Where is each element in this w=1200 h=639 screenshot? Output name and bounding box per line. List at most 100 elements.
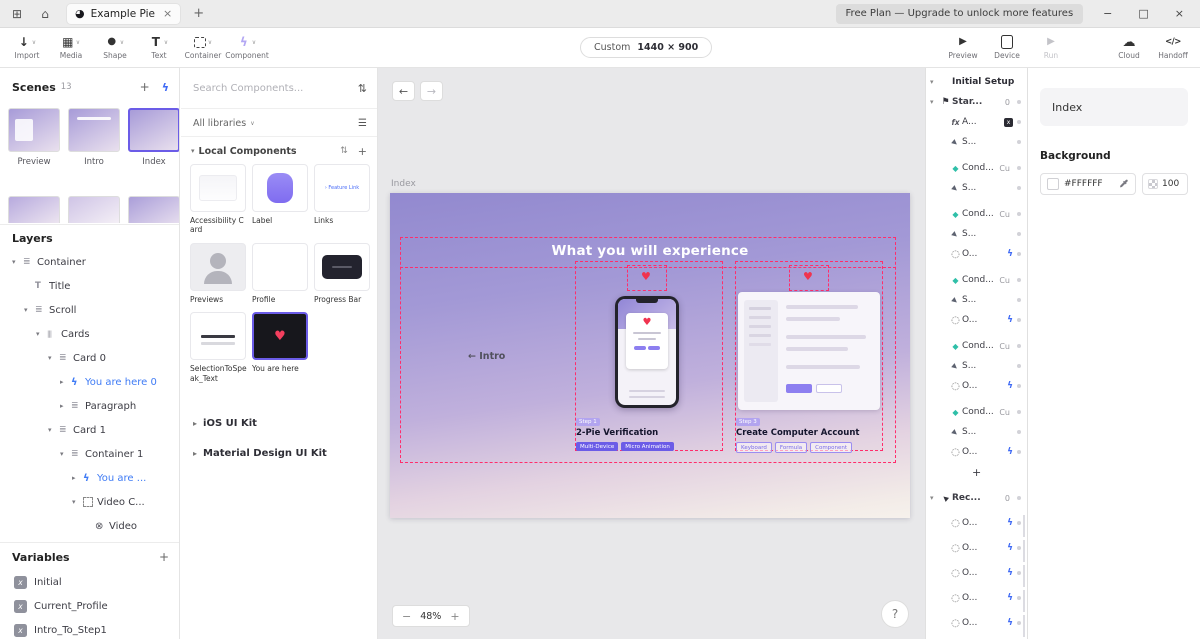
chevron-down-icon[interactable] — [164, 39, 168, 46]
layer-row[interactable]: ▸ You are ... — [0, 466, 179, 490]
layer-row[interactable]: ▾ Card 1 — [0, 418, 179, 442]
color-swatch[interactable] — [1047, 178, 1059, 190]
component-card[interactable]: You are here — [252, 312, 310, 383]
canvas-size-chip[interactable]: Custom 1440 × 900 — [580, 37, 712, 58]
twisty-icon[interactable]: ▾ — [930, 494, 939, 502]
scene-thumbnail[interactable] — [128, 108, 180, 152]
trigger-row[interactable]: O... — [926, 310, 1027, 330]
trigger-row[interactable]: S... — [926, 132, 1027, 152]
intro-nav-link[interactable]: ← Intro — [468, 351, 505, 362]
maximize-button[interactable]: □ — [1138, 7, 1148, 20]
add-scene-button[interactable]: + — [140, 80, 150, 94]
trigger-row[interactable]: ▾ Initial Setup — [926, 72, 1027, 92]
component-thumbnail[interactable] — [252, 312, 308, 360]
trigger-row[interactable]: ▾ Rec... 0 — [926, 488, 1027, 508]
toolbar-tool[interactable]: Container — [182, 33, 224, 62]
layer-row[interactable]: Title — [0, 274, 179, 298]
add-component-button[interactable]: + — [358, 145, 367, 158]
twisty-icon[interactable]: ▾ — [12, 258, 23, 266]
component-card[interactable]: Accessibility Card — [190, 164, 248, 235]
chevron-down-icon[interactable] — [32, 39, 36, 46]
apps-grid-icon[interactable]: ⊞ — [10, 7, 24, 21]
sort-icon[interactable] — [358, 82, 367, 95]
scene-thumbnail[interactable] — [68, 108, 120, 152]
local-components-header[interactable]: Local Components + — [191, 142, 367, 160]
twisty-icon[interactable]: ▾ — [72, 498, 83, 506]
twisty-icon[interactable]: ▾ — [60, 450, 71, 458]
artboard-name-label[interactable]: Index — [391, 179, 416, 189]
component-thumbnail[interactable] — [190, 312, 246, 360]
layer-row[interactable]: ▾ Video C... — [0, 490, 179, 514]
ui-kit-row[interactable]: Material Design UI Kit — [181, 438, 377, 468]
tab-close-icon[interactable]: × — [163, 7, 172, 20]
twisty-icon[interactable]: ▸ — [72, 474, 83, 482]
trigger-row[interactable]: O... — [926, 442, 1027, 462]
trigger-row[interactable]: O... — [926, 563, 1027, 583]
trigger-row[interactable]: O... — [926, 588, 1027, 608]
ui-kit-row[interactable]: iOS UI Kit — [181, 408, 377, 438]
collapse-icon[interactable] — [191, 147, 195, 155]
scene-thumbnail[interactable] — [68, 196, 120, 223]
help-button[interactable]: ? — [881, 600, 909, 628]
trigger-row[interactable]: ▾ Star... 0 — [926, 92, 1027, 112]
tab-example-pie[interactable]: ◕ Example Pie × — [66, 3, 181, 25]
component-card[interactable]: Profile — [252, 243, 310, 304]
component-card[interactable]: SelectionToSpeak_Text — [190, 312, 248, 383]
close-button[interactable]: × — [1175, 7, 1184, 20]
zoom-level[interactable]: 48% — [420, 611, 441, 622]
scene-thumbnail[interactable] — [8, 196, 60, 223]
toolbar-tool[interactable]: Shape — [94, 33, 136, 62]
component-thumbnail[interactable]: › Feature Link — [314, 164, 370, 212]
variable-row[interactable]: Initial — [0, 570, 179, 594]
canvas-area[interactable]: ← → Index What you will experience ♥ ♥ ←… — [378, 68, 925, 639]
zoom-out-button[interactable]: − — [402, 610, 411, 623]
toolbar-tool[interactable]: Preview — [942, 33, 984, 62]
layer-row[interactable]: ▸ Paragraph — [0, 394, 179, 418]
twisty-icon[interactable]: ▾ — [930, 98, 939, 106]
trigger-row[interactable]: Cond... Cu — [926, 158, 1027, 178]
trigger-row[interactable]: Cond... Cu — [926, 402, 1027, 422]
forward-button[interactable]: → — [420, 81, 443, 101]
layer-row[interactable]: ▾ Card 0 — [0, 346, 179, 370]
component-thumbnail[interactable] — [252, 164, 308, 212]
trigger-row[interactable]: O... — [926, 538, 1027, 558]
layer-row[interactable]: ▾ Cards — [0, 322, 179, 346]
card2-caption[interactable]: Step 3 Create Computer Account KeyboardF… — [736, 415, 884, 453]
trigger-row[interactable]: O... — [926, 244, 1027, 264]
desktop-mockup[interactable] — [738, 292, 880, 410]
search-input[interactable] — [193, 83, 358, 94]
phone-mockup[interactable]: ♥ — [615, 296, 679, 408]
component-thumbnail[interactable] — [252, 243, 308, 291]
home-icon[interactable]: ⌂ — [38, 7, 52, 21]
layer-row[interactable]: ▾ Container 1 — [0, 442, 179, 466]
new-tab-button[interactable]: + — [193, 6, 204, 21]
toolbar-tool[interactable]: Import — [6, 33, 48, 62]
trigger-row[interactable]: Cond... Cu — [926, 270, 1027, 290]
scene-thumbnail[interactable] — [128, 196, 180, 223]
list-view-icon[interactable] — [358, 118, 367, 129]
scene-thumbnail[interactable] — [8, 108, 60, 152]
toolbar-tool[interactable]: Cloud — [1108, 33, 1150, 62]
twisty-icon[interactable]: ▾ — [48, 426, 59, 434]
component-card[interactable]: › Feature Link Links — [314, 164, 372, 235]
layer-row[interactable]: ▾ Scroll — [0, 298, 179, 322]
toolbar-tool[interactable]: Handoff — [1152, 33, 1194, 62]
scene-interactions-icon[interactable] — [162, 81, 169, 94]
twisty-icon[interactable]: ▾ — [930, 78, 939, 86]
component-card[interactable]: Progress Bar — [314, 243, 372, 304]
plan-upgrade-banner[interactable]: Free Plan — Upgrade to unlock more featu… — [836, 4, 1084, 24]
minimize-button[interactable]: − — [1103, 7, 1112, 20]
component-card[interactable]: Previews — [190, 243, 248, 304]
component-card[interactable]: Label — [252, 164, 310, 235]
back-button[interactable]: ← — [392, 81, 415, 101]
trigger-row[interactable]: O... — [926, 513, 1027, 533]
twisty-icon[interactable]: ▾ — [48, 354, 59, 362]
you-are-here-heart-icon[interactable]: ♥ — [803, 270, 813, 283]
variable-row[interactable]: Intro_To_Step1 — [0, 618, 179, 639]
trigger-row[interactable]: O... — [926, 613, 1027, 633]
trigger-row[interactable]: S... — [926, 224, 1027, 244]
twisty-icon[interactable]: ▾ — [24, 306, 35, 314]
layer-row[interactable]: ▾ Container — [0, 250, 179, 274]
trigger-row[interactable]: A... — [926, 112, 1027, 132]
trigger-row[interactable]: Cond... Cu — [926, 336, 1027, 356]
